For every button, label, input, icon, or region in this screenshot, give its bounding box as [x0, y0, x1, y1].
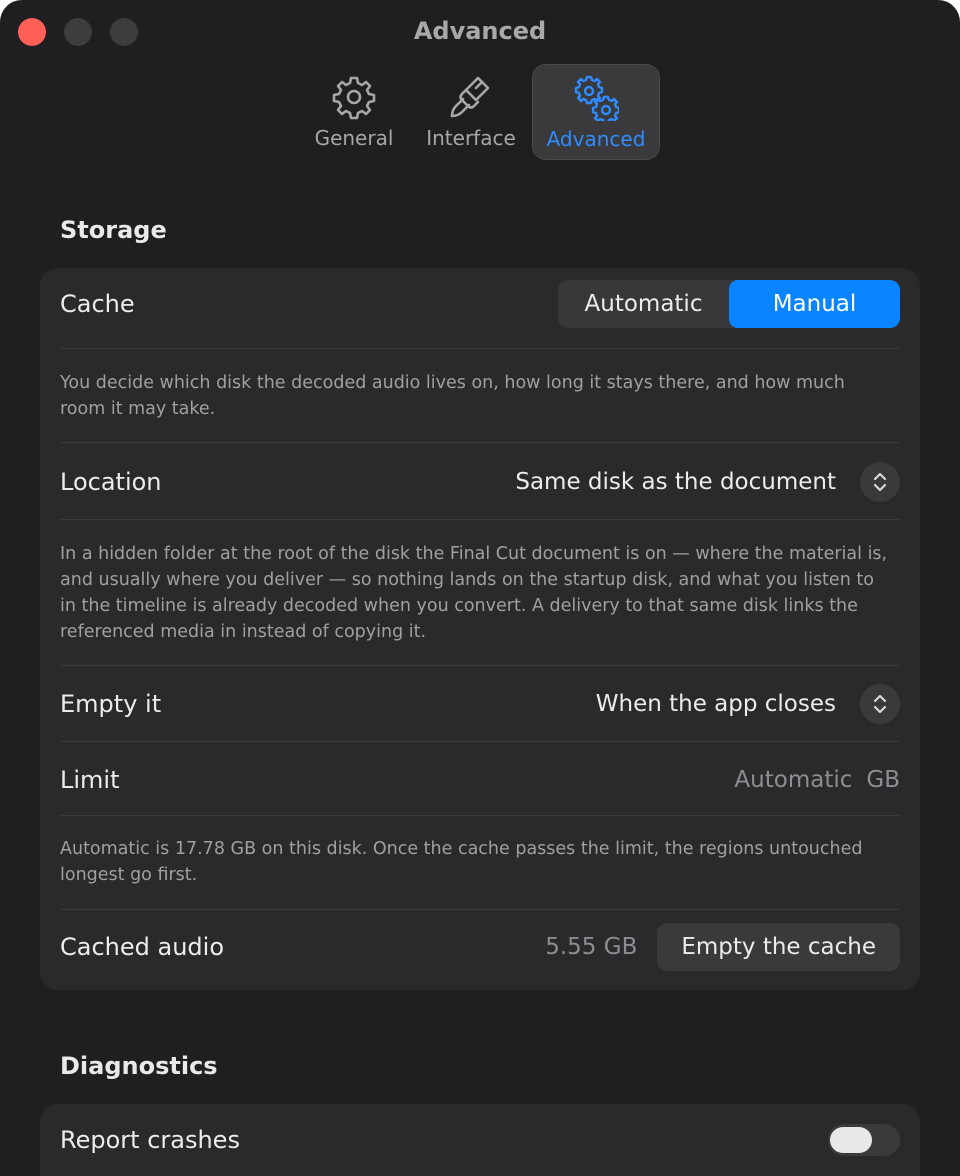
- diagnostics-card: Report crashes: [40, 1104, 920, 1176]
- chevron-up-down-icon[interactable]: [860, 684, 900, 724]
- chevron-up-down-icon[interactable]: [860, 462, 900, 502]
- location-row: Location Same disk as the document: [60, 460, 900, 504]
- report-crashes-label: Report crashes: [60, 1126, 240, 1154]
- tab-general-label: General: [314, 126, 394, 150]
- empty-it-row: Empty it When the app closes: [60, 682, 900, 726]
- location-popup[interactable]: Same disk as the document: [515, 462, 900, 502]
- limit-value: Automatic: [734, 767, 853, 793]
- cached-audio-label: Cached audio: [60, 933, 225, 961]
- toolbar-tabs: General Interface Advanced: [0, 64, 960, 160]
- cache-row: Cache Automatic Manual: [60, 280, 900, 328]
- window-title: Advanced: [413, 17, 547, 45]
- divider: [60, 665, 900, 666]
- empty-it-label: Empty it: [60, 690, 162, 718]
- tab-advanced-label: Advanced: [546, 127, 646, 151]
- tab-general[interactable]: General: [306, 64, 402, 160]
- limit-field[interactable]: Automatic GB: [734, 767, 900, 793]
- divider: [60, 909, 900, 910]
- location-value: Same disk as the document: [515, 469, 836, 495]
- empty-cache-button[interactable]: Empty the cache: [657, 923, 900, 971]
- tab-interface[interactable]: Interface: [418, 64, 524, 160]
- divider: [60, 815, 900, 816]
- location-description: In a hidden folder at the root of the di…: [60, 544, 888, 642]
- gear-icon: [332, 76, 376, 120]
- limit-description: Automatic is 17.78 GB on this disk. Once…: [60, 839, 863, 885]
- limit-row: Limit Automatic GB: [60, 758, 900, 802]
- limit-label: Limit: [60, 766, 120, 794]
- paintbrush-icon: [450, 76, 490, 118]
- toggle-knob: [830, 1127, 872, 1153]
- cached-audio-controls: 5.55 GB Empty the cache: [545, 923, 900, 971]
- tab-interface-label: Interface: [426, 126, 516, 150]
- gears-icon: [574, 75, 619, 121]
- cache-manual-option[interactable]: Manual: [729, 280, 900, 328]
- limit-unit: GB: [866, 767, 900, 793]
- cache-mode-segmented[interactable]: Automatic Manual: [558, 280, 900, 328]
- location-label: Location: [60, 468, 162, 496]
- cache-description: You decide which disk the decoded audio …: [60, 373, 845, 419]
- divider: [60, 442, 900, 443]
- section-title-storage: Storage: [60, 216, 167, 244]
- report-crashes-toggle[interactable]: [828, 1124, 900, 1156]
- divider: [60, 348, 900, 349]
- empty-it-value: When the app closes: [595, 691, 836, 717]
- cache-automatic-option[interactable]: Automatic: [558, 280, 729, 328]
- cached-audio-row: Cached audio 5.55 GB Empty the cache: [60, 923, 900, 971]
- section-title-diagnostics: Diagnostics: [60, 1052, 218, 1080]
- preferences-window: Advanced General Interface Advanced Stor…: [0, 0, 960, 1176]
- divider: [60, 741, 900, 742]
- storage-card: Cache Automatic Manual You decide which …: [40, 268, 920, 990]
- report-crashes-row: Report crashes: [60, 1118, 900, 1162]
- empty-it-popup[interactable]: When the app closes: [596, 684, 900, 724]
- cache-label: Cache: [60, 290, 135, 318]
- cached-audio-size: 5.55 GB: [545, 934, 638, 960]
- tab-advanced[interactable]: Advanced: [532, 64, 660, 160]
- divider: [60, 519, 900, 520]
